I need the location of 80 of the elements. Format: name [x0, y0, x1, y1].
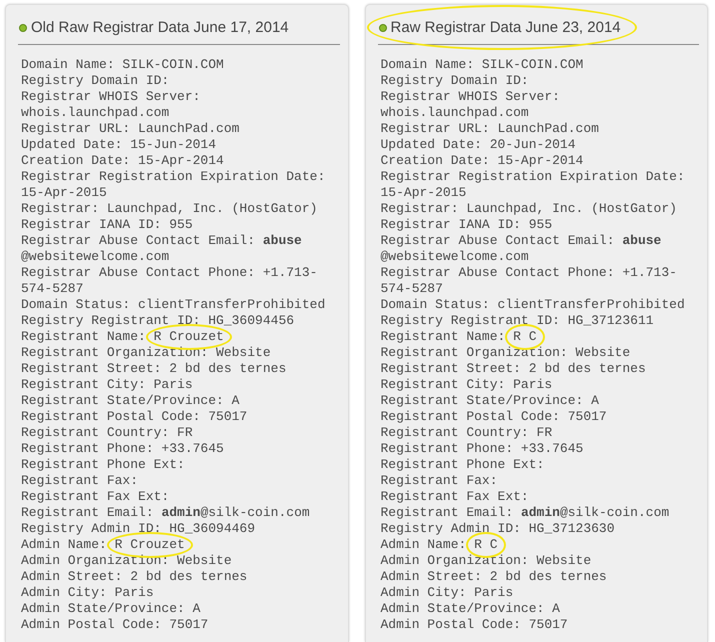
whois-line: Registrar Abuse Contact Phone: +1.713-	[380, 265, 677, 281]
whois-line: Domain Name: SILK-COIN.COM	[21, 57, 224, 73]
whois-line: Registrant City: Paris	[21, 377, 193, 393]
whois-line: Registrar: Launchpad, Inc. (HostGator)	[380, 201, 677, 217]
whois-line: Registry Registrant ID: HG_36094456	[21, 313, 294, 329]
whois-line: Registry Registrant ID: HG_37123611	[380, 313, 654, 329]
whois-line: Admin Name:	[21, 537, 107, 553]
whois-line: Domain Status: clientTransferProhibited	[380, 297, 685, 313]
whois-line: Registrar URL: LaunchPad.com	[380, 121, 599, 137]
whois-value: R Crouzet	[114, 537, 185, 552]
whois-value: R C	[474, 537, 498, 552]
whois-line: Registrant Fax:	[380, 473, 498, 489]
whois-line: Creation Date: 15-Apr-2014	[380, 153, 584, 169]
whois-line: Domain Status: clientTransferProhibited	[21, 297, 326, 313]
whois-line: Admin Name:	[380, 537, 466, 553]
whois-line: Admin Organization: Website	[21, 553, 232, 569]
whois-line: Registrant Country: FR	[380, 425, 552, 441]
whois-line: Registry Domain ID:	[380, 73, 529, 89]
whois-line: Updated Date: 15-Jun-2014	[21, 137, 216, 153]
whois-line: Admin Street: 2 bd des ternes	[380, 569, 607, 585]
whois-line: Registrar WHOIS Server:	[21, 89, 200, 105]
whois-line: Registrant Street: 2 bd des ternes	[380, 361, 646, 377]
whois-line: Registrar Registration Expiration Date:	[380, 169, 685, 185]
whois-line: Registrar IANA ID: 955	[21, 217, 193, 233]
whois-line: Registrant Fax Ext:	[21, 489, 170, 505]
bullet-icon	[19, 24, 27, 32]
whois-line: 15-Apr-2015	[21, 185, 107, 201]
whois-line: Domain Name: SILK-COIN.COM	[380, 57, 584, 73]
whois-line: Creation Date: 15-Apr-2014	[21, 153, 224, 169]
whois-line: whois.launchpad.com	[380, 105, 529, 121]
whois-line: Registrant Phone Ext:	[21, 457, 185, 473]
whois-line: Registry Admin ID: HG_37123630	[380, 521, 615, 537]
whois-value: R C	[513, 329, 537, 344]
whois-value: R Crouzet	[154, 329, 224, 344]
whois-line: Registrant Postal Code: 75017	[380, 409, 607, 425]
whois-line: Registrant City: Paris	[380, 377, 552, 393]
whois-line: Registry Domain ID:	[21, 73, 170, 89]
whois-line: Registrant State/Province: A	[380, 393, 599, 409]
whois-line: Registrant Phone Ext:	[380, 457, 544, 473]
whois-line: Updated Date: 20-Jun-2014	[380, 137, 576, 153]
whois-line: Admin City: Paris	[21, 585, 154, 601]
whois-line: Registrant Organization: Website	[380, 345, 630, 361]
whois-line: Registrant Email: admin@silk-coin.com	[380, 505, 670, 521]
whois-line: @websitewelcome.com	[21, 249, 170, 265]
whois-line: Registrant Name:	[21, 329, 146, 345]
whois-line: Admin City: Paris	[380, 585, 514, 601]
bullet-icon	[378, 24, 386, 32]
whois-line: Admin Organization: Website	[380, 553, 592, 569]
whois-line: Registrant Country: FR	[21, 425, 193, 441]
whois-line: Registrar Registration Expiration Date:	[21, 169, 326, 185]
whois-line: Registrant Fax:	[21, 473, 138, 489]
whois-line: Registrant Email: admin@silk-coin.com	[21, 505, 310, 521]
whois-line: Registrar IANA ID: 955	[380, 217, 552, 233]
whois-line: 574-5287	[380, 281, 443, 297]
whois-line: Registrant Fax Ext:	[380, 489, 529, 505]
whois-line: Registrar Abuse Contact Email: abuse	[380, 233, 662, 249]
whois-line: Registrar: Launchpad, Inc. (HostGator)	[21, 201, 318, 217]
whois-line: Registrant Postal Code: 75017	[21, 409, 248, 425]
whois-line: Registrant Phone: +33.7645	[21, 441, 224, 457]
panel-title: Raw Registrar Data June 23, 2014	[390, 19, 621, 36]
whois-line: Admin Postal Code: 75017	[380, 617, 568, 633]
whois-line: whois.launchpad.com	[21, 105, 170, 121]
whois-line: Registrar Abuse Contact Email: abuse	[21, 233, 302, 249]
whois-line: Registrant Organization: Website	[21, 345, 271, 361]
whois-line: @websitewelcome.com	[380, 249, 529, 265]
whois-line: Admin Postal Code: 75017	[21, 617, 208, 633]
whois-line: Registrant State/Province: A	[21, 393, 240, 409]
whois-line: Registrant Street: 2 bd des ternes	[21, 361, 286, 377]
whois-line: Registrar URL: LaunchPad.com	[21, 121, 240, 137]
whois-line: Admin State/Province: A	[21, 601, 200, 617]
whois-line: 15-Apr-2015	[380, 185, 466, 201]
whois-line: Registrar WHOIS Server:	[380, 89, 560, 105]
whois-line: Admin State/Province: A	[380, 601, 560, 617]
whois-line: Registrant Phone: +33.7645	[380, 441, 584, 457]
whois-line: 574-5287	[21, 281, 84, 297]
panel-title: Old Raw Registrar Data June 17, 2014	[31, 19, 289, 36]
whois-line: Admin Street: 2 bd des ternes	[21, 569, 248, 585]
whois-line: Registry Admin ID: HG_36094469	[21, 521, 256, 537]
whois-line: Registrar Abuse Contact Phone: +1.713-	[21, 265, 318, 281]
whois-line: Registrant Name:	[380, 329, 506, 345]
